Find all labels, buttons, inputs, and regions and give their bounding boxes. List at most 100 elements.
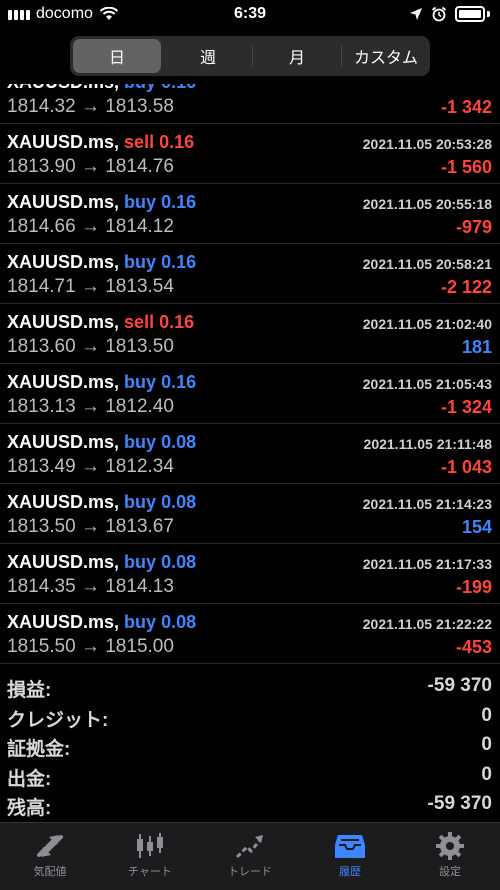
- battery-icon: [455, 6, 485, 22]
- tab-label: 気配値: [33, 866, 67, 878]
- trade-time: 2021.11.05 20:53:28: [362, 136, 492, 152]
- trade-volume: 0.08: [161, 552, 197, 572]
- trade-row[interactable]: XAUUSD.ms, buy 0.08 2021.11.05 21:17:33 …: [0, 544, 500, 604]
- trade-title: XAUUSD.ms, buy 0.16: [7, 84, 196, 93]
- trade-symbol: XAUUSD.ms: [7, 192, 115, 212]
- summary-value: -59 370: [427, 793, 492, 814]
- trade-time: 2021.11.05 20:55:18: [362, 196, 492, 212]
- trade-symbol: XAUUSD.ms: [7, 84, 114, 92]
- trade-row[interactable]: XAUUSD.ms, buy 0.16 2021.11.05 20:55:18 …: [0, 184, 500, 244]
- tab-label: 設定: [439, 866, 461, 878]
- trade-prices: 1813.13 → 1812.40: [7, 396, 174, 417]
- trade-symbol: XAUUSD.ms: [7, 252, 115, 272]
- trade-title: XAUUSD.ms, buy 0.16: [7, 192, 197, 212]
- tab-label: トレード: [228, 866, 272, 878]
- trade-profit: -1 560: [440, 157, 492, 177]
- trade-history-list[interactable]: XAUUSD.ms, buy 0.16 1814.32 → 1813.58 -1…: [0, 84, 500, 670]
- trade-volume: 0.08: [161, 432, 197, 452]
- summary-value: -59 370: [427, 675, 492, 696]
- trade-volume: 0.16: [159, 312, 195, 332]
- summary-label: 損益:: [7, 680, 52, 701]
- location-icon: [410, 8, 422, 20]
- trade-volume: 0.16: [161, 192, 197, 212]
- trade-time: 2021.11.05 21:14:23: [362, 496, 492, 512]
- trade-time: 2021.11.05 21:05:43: [362, 376, 492, 392]
- summary-row-withdrawal: 出金: 0: [0, 761, 500, 791]
- segment-week[interactable]: 週: [164, 36, 252, 76]
- summary-value: 0: [481, 704, 492, 726]
- trade-side: buy: [124, 492, 157, 512]
- trade-title: XAUUSD.ms, buy 0.16: [7, 372, 197, 392]
- trade-symbol: XAUUSD.ms: [7, 312, 115, 332]
- trade-title: XAUUSD.ms, buy 0.16: [7, 252, 197, 272]
- summary-row-profit: 損益: -59 370: [0, 672, 500, 702]
- trade-time: 2021.11.05 21:22:22: [362, 616, 492, 632]
- trade-profit: -1 324: [440, 397, 492, 417]
- trade-row[interactable]: XAUUSD.ms, buy 0.08 2021.11.05 21:14:23 …: [0, 484, 500, 544]
- segment-day[interactable]: 日: [73, 39, 161, 73]
- trade-profit: -453: [455, 637, 492, 657]
- segment-month[interactable]: 月: [253, 36, 341, 76]
- trade-volume: 0.08: [161, 492, 197, 512]
- tab-settings[interactable]: 設定: [400, 823, 500, 890]
- account-summary: 損益: -59 370 クレジット: 0 証拠金: 0 出金: 0 残高: -5…: [0, 672, 500, 820]
- trade-symbol: XAUUSD.ms: [7, 492, 115, 512]
- trade-prices: 1814.32 → 1813.58: [7, 96, 174, 117]
- summary-row-credit: クレジット: 0: [0, 702, 500, 732]
- trade-side: buy: [124, 372, 157, 392]
- trade-row[interactable]: XAUUSD.ms, sell 0.16 2021.11.05 20:53:28…: [0, 124, 500, 184]
- trade-title: XAUUSD.ms, buy 0.08: [7, 492, 197, 512]
- trade-volume: 0.16: [159, 132, 195, 152]
- tab-history[interactable]: 履歴: [300, 823, 400, 890]
- battery-tip: [487, 11, 490, 17]
- trade-volume: 0.16: [161, 372, 197, 392]
- tab-trade[interactable]: トレード: [200, 823, 300, 890]
- trade-title: XAUUSD.ms, buy 0.08: [7, 432, 197, 452]
- trade-side: buy: [124, 252, 157, 272]
- summary-value: 0: [481, 763, 492, 785]
- trade-row[interactable]: XAUUSD.ms, buy 0.16 1814.32 → 1813.58 -1…: [0, 84, 500, 124]
- trade-volume: 0.16: [161, 84, 196, 92]
- alarm-icon: [431, 6, 447, 22]
- summary-label: 残高:: [7, 798, 52, 819]
- tab-quotes[interactable]: 気配値: [0, 823, 100, 890]
- status-right: [409, 6, 490, 22]
- trade-volume: 0.08: [161, 612, 197, 632]
- trade-profit: -1 342: [440, 97, 492, 117]
- trade-title: XAUUSD.ms, buy 0.08: [7, 552, 197, 572]
- trade-profit: 181: [461, 337, 492, 357]
- trade-prices: 1813.90 → 1814.76: [7, 156, 174, 177]
- period-segmented-control: 日 週 月 カスタム: [70, 36, 430, 76]
- chart-icon: [137, 833, 163, 858]
- tab-label: 履歴: [339, 866, 361, 878]
- trade-symbol: XAUUSD.ms: [7, 372, 115, 392]
- summary-value: 0: [481, 734, 492, 755]
- trade-time: 2021.11.05 21:17:33: [362, 556, 492, 572]
- tab-chart[interactable]: チャート: [100, 823, 200, 890]
- trade-row[interactable]: XAUUSD.ms, buy 0.16 2021.11.05 21:05:43 …: [0, 364, 500, 424]
- trade-row[interactable]: XAUUSD.ms, buy 0.08 2021.11.05 21:22:22 …: [0, 604, 500, 664]
- tab-bar: 気配値 チャート トレード 履歴 設定: [0, 822, 500, 890]
- trade-symbol: XAUUSD.ms: [7, 552, 115, 572]
- trade-time: 2021.11.05 21:02:40: [362, 316, 492, 332]
- trade-title: XAUUSD.ms, sell 0.16: [7, 312, 195, 332]
- segment-custom[interactable]: カスタム: [342, 36, 430, 76]
- summary-label: 出金:: [7, 768, 52, 790]
- quotes-icon: [37, 835, 63, 857]
- summary-label: クレジット:: [7, 709, 109, 731]
- status-bar: docomo 6:39: [0, 0, 500, 30]
- trade-row[interactable]: XAUUSD.ms, buy 0.08 2021.11.05 21:11:48 …: [0, 424, 500, 484]
- trade-time: 2021.11.05 21:11:48: [363, 436, 492, 452]
- trade-side: sell: [124, 312, 155, 332]
- trade-side: sell: [124, 132, 155, 152]
- trade-row[interactable]: XAUUSD.ms, sell 0.16 2021.11.05 21:02:40…: [0, 304, 500, 364]
- trade-prices: 1814.71 → 1813.54: [7, 276, 174, 297]
- trade-profit: -199: [455, 577, 492, 597]
- summary-row-balance: 残高: -59 370: [0, 790, 500, 820]
- trade-side: buy: [124, 552, 157, 572]
- history-icon: [335, 835, 365, 858]
- trade-side: buy: [124, 84, 156, 92]
- trade-prices: 1814.35 → 1814.13: [7, 576, 174, 597]
- trade-side: buy: [124, 432, 157, 452]
- trade-row[interactable]: XAUUSD.ms, buy 0.16 2021.11.05 20:58:21 …: [0, 244, 500, 304]
